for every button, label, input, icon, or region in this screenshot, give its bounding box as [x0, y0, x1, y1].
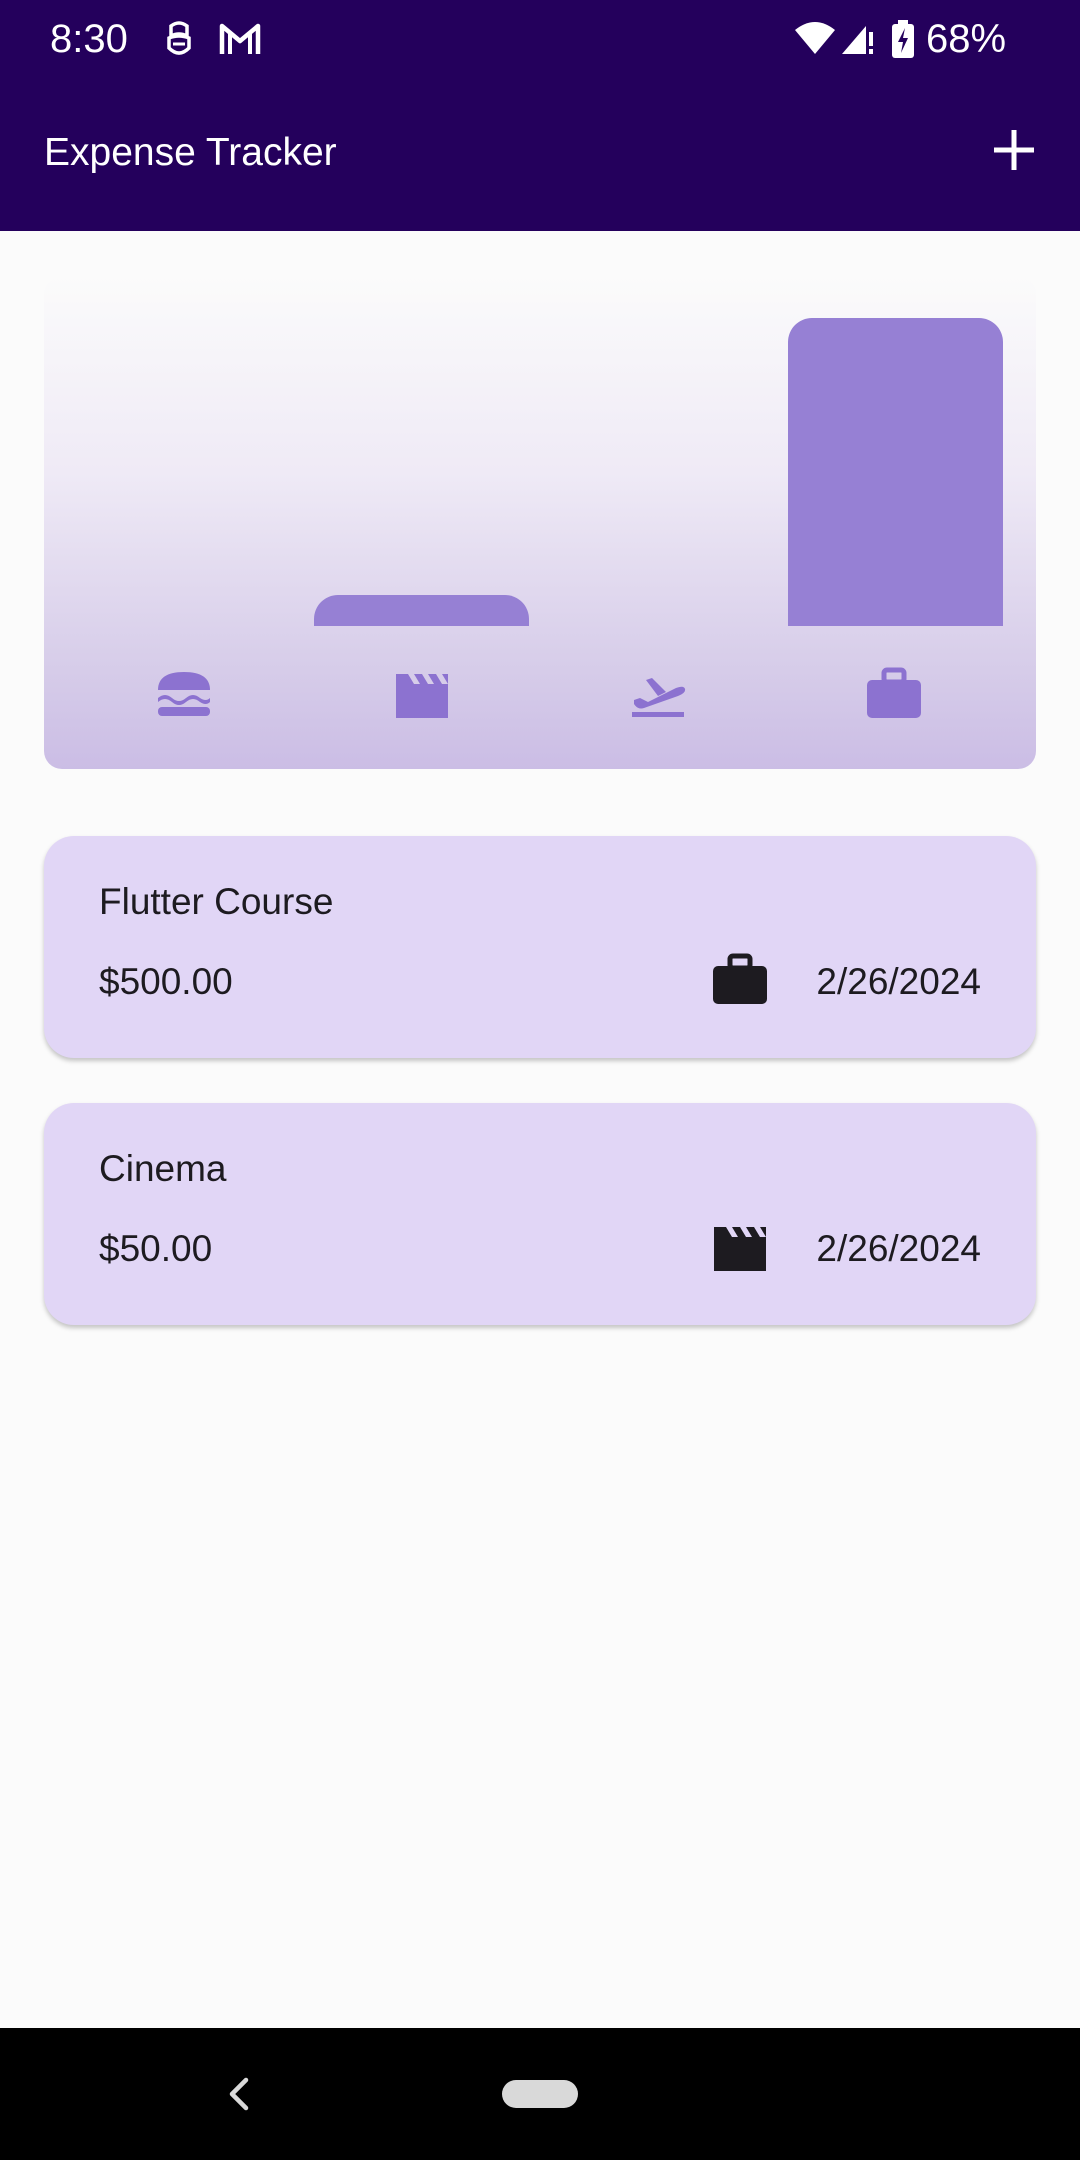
- chart-bar-slot-food: [68, 318, 283, 626]
- expense-amount: $500.00: [99, 961, 233, 1002]
- expense-amount: $50.00: [99, 1228, 213, 1269]
- chart-bar-leisure: [314, 595, 529, 626]
- back-button[interactable]: [218, 2072, 262, 2116]
- expense-title: Flutter Course: [99, 881, 334, 922]
- home-pill-icon[interactable]: [502, 2080, 578, 2108]
- expense-date: 2/26/2024: [816, 961, 981, 1002]
- expense-title: Cinema: [99, 1148, 227, 1189]
- expense-chart: [44, 276, 1036, 769]
- battery-percentage: 68%: [926, 17, 1007, 61]
- status-bar: 8:30 68%: [0, 0, 1080, 78]
- wifi-icon: [795, 22, 835, 54]
- expense-card[interactable]: Flutter Course $500.00 2/26/2024: [44, 836, 1036, 1058]
- gmail-icon: [219, 23, 261, 54]
- chart-bar-slot-work: [788, 318, 1003, 626]
- chart-bar-slot-travel: [554, 318, 769, 626]
- expense-card[interactable]: Cinema $50.00 2/26/2024: [44, 1103, 1036, 1325]
- chart-bar-slot-leisure: [314, 318, 529, 626]
- back-icon: [229, 2077, 249, 2111]
- chart-bar-work: [788, 318, 1003, 626]
- briefcase-icon: [867, 667, 921, 718]
- system-nav-bar: [0, 2028, 1080, 2160]
- battery-charging-icon: [892, 20, 914, 58]
- app-notification-icon: [167, 21, 191, 55]
- page-title: Expense Tracker: [44, 131, 337, 174]
- burger-icon: [158, 672, 210, 716]
- add-expense-button[interactable]: [984, 120, 1044, 180]
- add-icon: [994, 130, 1034, 170]
- briefcase-icon: [713, 953, 767, 1004]
- clapperboard-icon: [714, 1227, 766, 1271]
- clapperboard-icon: [396, 674, 448, 718]
- flight-takeoff-icon: [632, 678, 686, 717]
- signal-icon: [842, 26, 873, 54]
- app-bar: Expense Tracker: [0, 78, 1080, 231]
- status-time: 8:30: [50, 17, 128, 61]
- expense-date: 2/26/2024: [816, 1228, 981, 1269]
